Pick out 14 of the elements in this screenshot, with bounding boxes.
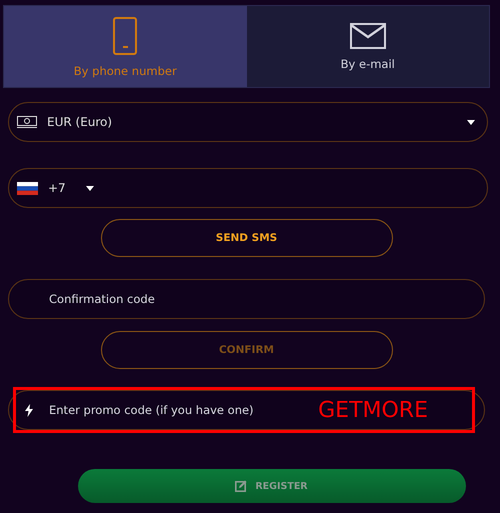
promo-code-note: GETMORE (318, 398, 428, 422)
caret-icon (86, 186, 94, 190)
phone-icon (112, 16, 138, 56)
mail-icon (350, 22, 386, 48)
banknote-icon (17, 116, 37, 128)
caret-icon (467, 120, 475, 124)
lightning-icon (25, 404, 33, 417)
flag-icon (17, 182, 38, 194)
confirmation-code-field[interactable]: Confirmation code (8, 279, 485, 319)
edit-icon (235, 480, 248, 492)
phone-field[interactable]: +7 (8, 168, 488, 208)
send-sms-button[interactable]: SEND SMS (100, 219, 392, 257)
tab[interactable]: By e-mail (246, 6, 489, 87)
currency-select[interactable]: EUR (Euro) (8, 102, 488, 142)
